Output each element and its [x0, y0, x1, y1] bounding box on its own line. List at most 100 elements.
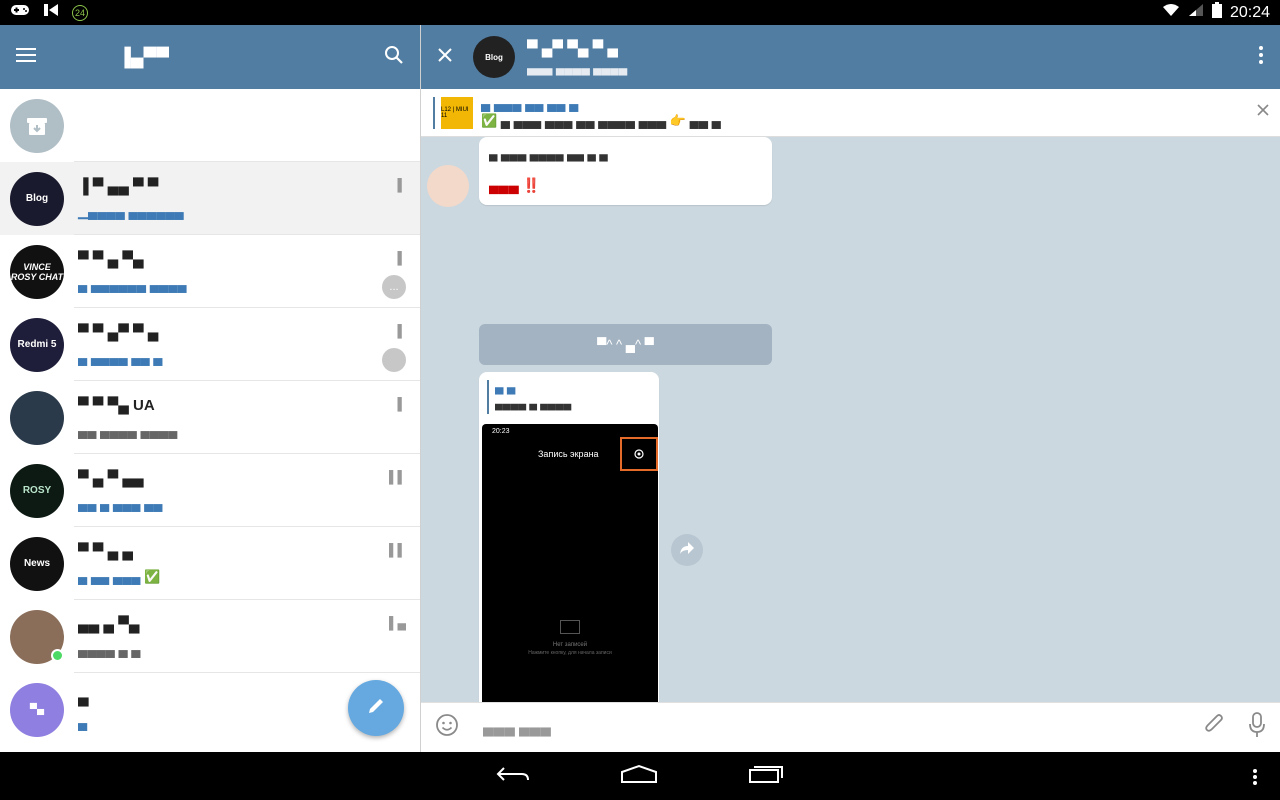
unread-badge: ... [382, 275, 406, 299]
signal-icon [1188, 3, 1204, 22]
menu-icon[interactable] [16, 47, 38, 68]
avatar: Redmi 5 [10, 317, 64, 372]
system-navigation-bar [0, 752, 1280, 800]
avatar: Blog [10, 171, 64, 226]
list-item-body: ▀ ▀ ▄ ▀▄ ▄ ▄▄▄▄▄▄ ▄▄▄▄ ▌ ... [74, 235, 420, 308]
list-item[interactable]: News ▀ ▀ ▄ ▄ ▄ ▄▄ ▄▄▄ ✅ ▌▌ [0, 527, 420, 600]
message-input[interactable]: ▄▄▄ ▄▄▄ [483, 719, 551, 736]
chat-name: ▄▄ ▄ ▀▄ [78, 616, 140, 633]
avatar [10, 609, 64, 664]
conversation-titles[interactable]: ▀ ▄▀ ▀▄ ▀ ▄ ▄▄▄ ▄▄▄▄ ▄▄▄▄ [527, 40, 627, 75]
media-icon [42, 3, 60, 22]
chat-name: ▀ ▀ ▀▄ UA [78, 397, 155, 414]
close-pinned-icon[interactable] [1256, 103, 1270, 122]
pinned-message[interactable]: L12 | MIUI 11 ▄ ▄▄▄ ▄▄ ▄▄ ▄ ✅ ▄ ▄▄▄ ▄▄▄ … [421, 89, 1280, 137]
list-item[interactable]: ▀ ▀ ▀▄ UA ▄▄ ▄▄▄▄ ▄▄▄▄ ▌ [0, 381, 420, 454]
left-header: ▐▄▀▀ [0, 25, 420, 89]
chat-time: ▌ [397, 397, 406, 411]
service-message: ▀^ ^ ▄^ ▀ [479, 324, 772, 365]
reply-indicator [487, 380, 489, 414]
unread-badge [382, 348, 406, 372]
chat-last-message: ▄ ▄▄▄▄▄▄ ▄▄▄▄ [78, 277, 187, 292]
chat-list-pane: ▐▄▀▀ Blog ▐ ▀ ▄▄ ▀ ▀ ▁▄▄▄▄ ▄▄▄▄▄▄ ▌ VINC… [0, 25, 420, 752]
gear-icon [620, 437, 658, 471]
list-item-body [74, 89, 420, 162]
chat-last-message: ▁▄▄▄▄ ▄▄▄▄▄▄ [78, 204, 184, 219]
chat-time: ▌ [397, 324, 406, 338]
message-bubble[interactable]: ▄ ▄▄▄ ▄▄▄▄ ▄▄ ▄ ▄ ▄▄▄ ‼️ [479, 137, 772, 205]
pinned-title: ▄ ▄▄▄ ▄▄ ▄▄ ▄ [481, 96, 579, 111]
list-item-body: ▀ ▀ ▄▀ ▀ ▄ ▄ ▄▄▄▄ ▄▄ ▄ ▌ [74, 308, 420, 381]
pinned-thumbnail: L12 | MIUI 11 [441, 96, 473, 129]
archive-icon [10, 98, 64, 153]
list-item[interactable]: ROSY ▀ ▄ ▀ ▄▄ ▄▄ ▄ ▄▄▄ ▄▄ ▌▌ [0, 454, 420, 527]
badge-24-icon: 24 [72, 4, 88, 21]
list-item-body: ▀ ▀ ▄ ▄ ▄ ▄▄ ▄▄▄ ✅ ▌▌ [74, 527, 420, 600]
pinned-texts: ▄ ▄▄▄ ▄▄ ▄▄ ▄ ✅ ▄ ▄▄▄ ▄▄▄ ▄▄ ▄▄▄▄ ▄▄▄ 👉 … [481, 96, 721, 129]
new-message-button[interactable] [348, 680, 404, 736]
reply-title: ▄ ▄ [495, 380, 516, 394]
chat-time: ▌▌ [388, 543, 406, 557]
back-icon[interactable] [496, 764, 530, 789]
list-item-body: ▀ ▄ ▀ ▄▄ ▄▄ ▄ ▄▄▄ ▄▄ ▌▌ [74, 454, 420, 527]
phone-screen-title: Запись экрана [538, 449, 599, 459]
avatar [10, 390, 64, 445]
message-composer: ▄▄▄ ▄▄▄ [421, 702, 1280, 752]
avatar: ROSY [10, 463, 64, 518]
chat-time: ▌▌ [388, 470, 406, 484]
clock: 20:24 [1229, 3, 1270, 21]
online-indicator [51, 648, 64, 662]
more-vertical-icon[interactable] [1252, 768, 1258, 791]
chat-name: ▀ ▄ ▀ ▄▄ [78, 470, 144, 487]
chat-time: ▌ [397, 178, 406, 192]
pinned-text: ✅ ▄ ▄▄▄ ▄▄▄ ▄▄ ▄▄▄▄ ▄▄▄ 👉 ▄▄ ▄ [481, 113, 721, 128]
chat-name: ▀ ▀ ▄ ▀▄ [78, 251, 144, 268]
battery-icon [1211, 2, 1222, 23]
status-bar: 24 20:24 [0, 0, 1280, 25]
chat-name: ▐ ▀ ▄▄ ▀ ▀ [78, 178, 159, 195]
list-item-body: ▄▄ ▄ ▀▄ ▄▄▄▄ ▄ ▄ ▌▄ [74, 600, 420, 673]
phone-time: 20:23 [492, 428, 510, 435]
phone-empty-title: Нет записей [552, 642, 588, 648]
more-vertical-icon[interactable] [1258, 45, 1264, 70]
list-item[interactable]: Blog ▐ ▀ ▄▄ ▀ ▀ ▁▄▄▄▄ ▄▄▄▄▄▄ ▌ [0, 162, 420, 235]
pencil-icon [366, 696, 386, 721]
chat-time: ▌▄ [388, 616, 406, 630]
home-icon[interactable] [620, 764, 658, 789]
list-item[interactable]: Redmi 5 ▀ ▀ ▄▀ ▀ ▄ ▄ ▄▄▄▄ ▄▄ ▄ ▌ [0, 308, 420, 381]
emoji-icon[interactable] [435, 713, 459, 742]
list-item[interactable]: VINCE ROSY CHAT ▀ ▀ ▄ ▀▄ ▄ ▄▄▄▄▄▄ ▄▄▄▄ ▌… [0, 235, 420, 308]
chat-last-message: ▄▄ ▄▄▄▄ ▄▄▄▄ [78, 423, 178, 438]
list-item-body: ▀ ▀ ▀▄ UA ▄▄ ▄▄▄▄ ▄▄▄▄ ▌ [74, 381, 420, 454]
chat-last-message: ▄▄ ▄ ▄▄▄ ▄▄ [78, 496, 163, 511]
message-area: ▄ ▄▄▄ ▄▄▄▄ ▄▄ ▄ ▄ ▄▄▄ ‼️ ▀^ ^ ▄^ ▀ ▄ ▄ ▄… [421, 137, 1280, 752]
pinned-indicator [433, 96, 435, 129]
conversation-pane: Blog ▀ ▄▀ ▀▄ ▀ ▄ ▄▄▄ ▄▄▄▄ ▄▄▄▄ L12 | MIU… [421, 25, 1280, 752]
chat-last-message: ▄ ▄▄ ▄▄▄ ✅ [78, 569, 161, 584]
message-text: ▄ ▄▄▄ ▄▄▄▄ ▄▄ ▄ ▄ [489, 147, 608, 161]
wifi-icon [1162, 3, 1180, 22]
share-button[interactable] [671, 534, 703, 566]
chat-name: ▀ ▀ ▄ ▄ [78, 543, 134, 560]
recent-apps-icon[interactable] [748, 764, 784, 789]
search-icon[interactable] [384, 45, 404, 70]
close-icon[interactable] [437, 47, 453, 68]
avatar[interactable]: Blog [473, 36, 515, 78]
list-item-body: ▐ ▀ ▄▄ ▀ ▀ ▁▄▄▄▄ ▄▄▄▄▄▄ ▌ [74, 162, 420, 235]
avatar: News [10, 536, 64, 591]
reply-text: ▄▄▄▄ ▄ ▄▄▄▄ [495, 398, 572, 410]
attach-icon[interactable] [1204, 713, 1226, 742]
message-bubble[interactable]: ▄ ▄ ▄▄▄▄ ▄ ▄▄▄▄ 20:23 Запись экрана Нет … [479, 372, 659, 752]
conversation-title: ▀ ▄▀ ▀▄ ▀ ▄ [527, 39, 619, 57]
phone-empty-hint: Нажмите кнопку, для начала записи [528, 650, 612, 656]
message-footer: ▄▄▄ ‼️ [489, 177, 541, 193]
chat-last-message: ▄▄▄▄ ▄ ▄ [78, 642, 141, 657]
chat-name: ▀ ▀ ▄▀ ▀ ▄ [78, 324, 159, 341]
list-item[interactable]: ▄▄ ▄ ▀▄ ▄▄▄▄ ▄ ▄ ▌▄ [0, 600, 420, 673]
app-title: ▐▄▀▀ [118, 46, 170, 67]
microphone-icon[interactable] [1248, 712, 1266, 743]
sender-avatar[interactable] [427, 165, 469, 207]
chat-list: Blog ▐ ▀ ▄▄ ▀ ▀ ▁▄▄▄▄ ▄▄▄▄▄▄ ▌ VINCE ROS… [0, 89, 420, 746]
archive-chat[interactable] [0, 89, 420, 162]
conversation-header: Blog ▀ ▄▀ ▀▄ ▀ ▄ ▄▄▄ ▄▄▄▄ ▄▄▄▄ [421, 25, 1280, 89]
